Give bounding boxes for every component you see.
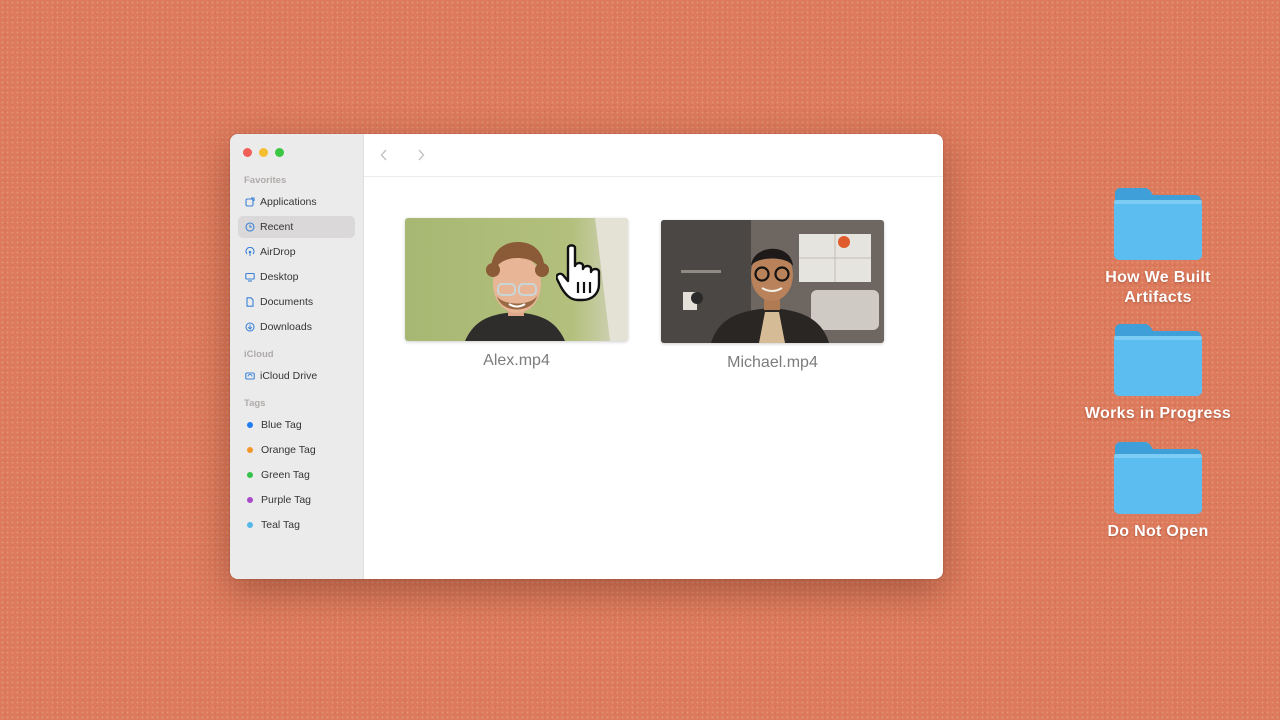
tag-dot-icon bbox=[247, 422, 253, 428]
applications-icon bbox=[245, 197, 255, 207]
desktop-icon bbox=[245, 272, 255, 282]
desktop-folder-works-in-progress[interactable]: Works in Progress bbox=[1058, 322, 1258, 424]
download-icon bbox=[245, 322, 255, 332]
folder-label: Works in Progress bbox=[1084, 405, 1232, 422]
sidebar-item-green-tag[interactable]: Green Tag bbox=[238, 464, 355, 486]
cloud-icon bbox=[245, 371, 255, 381]
sidebar-item-applications[interactable]: Applications bbox=[238, 191, 355, 213]
clock-icon bbox=[245, 222, 255, 232]
folder-label: How We Built Artifacts bbox=[1105, 269, 1211, 306]
sidebar-item-documents[interactable]: Documents bbox=[238, 291, 355, 313]
file-item-michael[interactable]: Michael.mp4 bbox=[661, 220, 884, 372]
sidebar-item-label: Applications bbox=[260, 196, 317, 208]
zoom-window-button[interactable] bbox=[275, 148, 284, 157]
sidebar-item-orange-tag[interactable]: Orange Tag bbox=[238, 439, 355, 461]
sidebar-item-label: Blue Tag bbox=[261, 419, 302, 431]
pointing-hand-cursor-icon bbox=[556, 244, 601, 302]
sidebar-item-downloads[interactable]: Downloads bbox=[238, 316, 355, 338]
sidebar-item-teal-tag[interactable]: Teal Tag bbox=[238, 514, 355, 536]
document-icon bbox=[245, 297, 255, 307]
close-window-button[interactable] bbox=[243, 148, 252, 157]
sidebar-item-blue-tag[interactable]: Blue Tag bbox=[238, 414, 355, 436]
tag-dot-icon bbox=[247, 447, 253, 453]
folder-icon bbox=[1114, 324, 1202, 396]
sidebar-item-label: Desktop bbox=[260, 271, 299, 283]
chevron-right-icon bbox=[418, 149, 425, 161]
finder-window: Favorites Applications Recent AirDrop De… bbox=[230, 134, 943, 579]
person-thumbnail-icon bbox=[661, 220, 884, 343]
sidebar-item-airdrop[interactable]: AirDrop bbox=[238, 241, 355, 263]
airdrop-icon bbox=[245, 247, 255, 257]
tags-heading: Tags bbox=[244, 398, 266, 409]
sidebar-item-icloud-drive[interactable]: iCloud Drive bbox=[238, 365, 355, 387]
sidebar-item-label: Recent bbox=[260, 221, 294, 233]
sidebar-item-purple-tag[interactable]: Purple Tag bbox=[238, 489, 355, 511]
sidebar-item-recent[interactable]: Recent bbox=[238, 216, 355, 238]
desktop-folder-how-we-built-artifacts[interactable]: How We Built Artifacts bbox=[1058, 186, 1258, 308]
file-name: Alex.mp4 bbox=[483, 352, 550, 369]
icloud-heading: iCloud bbox=[244, 349, 274, 360]
sidebar-item-label: Downloads bbox=[260, 321, 312, 333]
sidebar-item-label: iCloud Drive bbox=[260, 370, 318, 382]
back-button[interactable] bbox=[376, 147, 392, 163]
video-thumbnail[interactable] bbox=[661, 220, 884, 343]
folder-label: Do Not Open bbox=[1107, 523, 1209, 540]
tag-dot-icon bbox=[247, 522, 253, 528]
forward-button[interactable] bbox=[413, 147, 429, 163]
sidebar-item-label: Green Tag bbox=[261, 469, 310, 481]
folder-icon bbox=[1114, 442, 1202, 514]
sidebar-item-label: Documents bbox=[260, 296, 314, 308]
folder-icon bbox=[1114, 188, 1202, 260]
sidebar-item-label: Purple Tag bbox=[261, 494, 312, 506]
toolbar bbox=[364, 134, 943, 177]
sidebar: Favorites Applications Recent AirDrop De… bbox=[230, 134, 364, 579]
tag-dot-icon bbox=[247, 472, 253, 478]
desktop-folder-do-not-open[interactable]: Do Not Open bbox=[1058, 440, 1258, 542]
sidebar-item-label: AirDrop bbox=[260, 246, 296, 258]
file-name: Michael.mp4 bbox=[727, 354, 818, 371]
sidebar-item-label: Orange Tag bbox=[261, 444, 316, 456]
sidebar-item-label: Teal Tag bbox=[261, 519, 300, 531]
favorites-heading: Favorites bbox=[244, 175, 287, 186]
chevron-left-icon bbox=[380, 149, 387, 161]
window-controls bbox=[243, 148, 284, 157]
sidebar-item-desktop[interactable]: Desktop bbox=[238, 266, 355, 288]
minimize-window-button[interactable] bbox=[259, 148, 268, 157]
tag-dot-icon bbox=[247, 497, 253, 503]
